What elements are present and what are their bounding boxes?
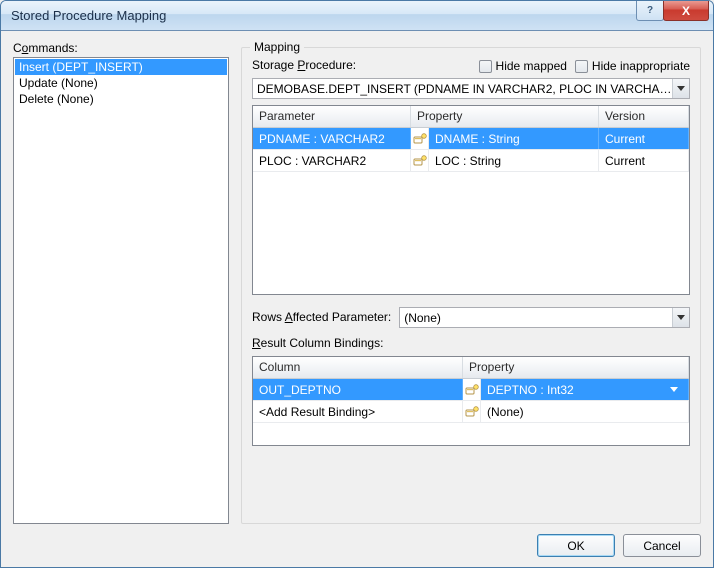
chevron-down-icon xyxy=(672,308,689,327)
close-icon: X xyxy=(682,4,690,18)
storage-proc-row: Storage Procedure: Hide mapped Hide inap… xyxy=(252,58,690,74)
client-area: Commands: Insert (DEPT_INSERT)Update (No… xyxy=(1,31,713,567)
property-icon xyxy=(411,150,429,171)
cell-property[interactable]: DNAME : String xyxy=(429,128,599,149)
result-grid-header: Column Property xyxy=(253,357,689,379)
cell-property[interactable]: DEPTNO : Int32 xyxy=(481,379,689,400)
commands-listbox[interactable]: Insert (DEPT_INSERT)Update (None)Delete … xyxy=(13,57,229,524)
dialog-window: Stored Procedure Mapping ? X Commands: I… xyxy=(0,0,714,568)
parameter-grid-body: PDNAME : VARCHAR2DNAME : StringCurrentPL… xyxy=(253,128,689,294)
help-icon: ? xyxy=(647,5,653,16)
mapping-group-title: Mapping xyxy=(250,40,304,54)
hide-inappropriate-checkbox[interactable]: Hide inappropriate xyxy=(575,59,690,73)
help-button[interactable]: ? xyxy=(636,1,664,21)
dialog-button-row: OK Cancel xyxy=(13,524,701,557)
close-button[interactable]: X xyxy=(663,1,709,21)
chevron-down-icon xyxy=(672,79,689,98)
chevron-down-icon[interactable] xyxy=(666,387,682,393)
result-bindings-label: Result Column Bindings: xyxy=(252,336,690,350)
commands-list-item[interactable]: Insert (DEPT_INSERT) xyxy=(15,59,227,75)
mapping-group: Mapping Storage Procedure: Hide mapped H… xyxy=(241,47,701,524)
hide-mapped-label: Hide mapped xyxy=(496,59,567,73)
parameter-grid-row[interactable]: PDNAME : VARCHAR2 DNAME : StringCurrent xyxy=(253,128,689,150)
col-header-property[interactable]: Property xyxy=(411,106,599,127)
result-grid[interactable]: Column Property OUT_DEPTNO DEPTNO : Int32… xyxy=(252,356,690,446)
property-icon xyxy=(463,401,481,422)
checkbox-box-icon xyxy=(575,60,588,73)
property-icon xyxy=(463,379,481,400)
main-columns: Commands: Insert (DEPT_INSERT)Update (No… xyxy=(13,41,701,524)
mapping-panel: Mapping Storage Procedure: Hide mapped H… xyxy=(241,41,701,524)
hide-inappropriate-label: Hide inappropriate xyxy=(592,59,690,73)
col-header-column[interactable]: Column xyxy=(253,357,463,378)
parameter-grid[interactable]: Parameter Property Version PDNAME : VARC… xyxy=(252,105,690,295)
cell-column[interactable]: <Add Result Binding> xyxy=(253,401,463,422)
result-grid-row[interactable]: <Add Result Binding> (None) xyxy=(253,401,689,423)
cell-property[interactable]: LOC : String xyxy=(429,150,599,171)
col-header-version[interactable]: Version xyxy=(599,106,689,127)
cell-column[interactable]: OUT_DEPTNO xyxy=(253,379,463,400)
storage-proc-combo[interactable]: DEMOBASE.DEPT_INSERT (PDNAME IN VARCHAR2… xyxy=(252,78,690,99)
storage-proc-value: DEMOBASE.DEPT_INSERT (PDNAME IN VARCHAR2… xyxy=(257,82,672,96)
cell-property-text: (None) xyxy=(487,405,682,419)
cell-property[interactable]: (None) xyxy=(481,401,689,422)
result-grid-body: OUT_DEPTNO DEPTNO : Int32 <Add Result Bind… xyxy=(253,379,689,445)
storage-proc-label: Storage Procedure: xyxy=(252,58,471,72)
col-header-parameter[interactable]: Parameter xyxy=(253,106,411,127)
hide-mapped-checkbox[interactable]: Hide mapped xyxy=(479,59,567,73)
cell-version[interactable]: Current xyxy=(599,128,689,149)
commands-label: Commands: xyxy=(13,41,229,55)
commands-panel: Commands: Insert (DEPT_INSERT)Update (No… xyxy=(13,41,229,524)
result-grid-row[interactable]: OUT_DEPTNO DEPTNO : Int32 xyxy=(253,379,689,401)
rows-affected-label: Rows Affected Parameter: xyxy=(252,310,391,324)
window-title: Stored Procedure Mapping xyxy=(11,8,166,23)
rows-affected-combo[interactable]: (None) xyxy=(399,307,690,328)
commands-list-item[interactable]: Delete (None) xyxy=(15,91,227,107)
checkbox-box-icon xyxy=(479,60,492,73)
ok-button[interactable]: OK xyxy=(537,534,615,557)
property-icon xyxy=(411,128,429,149)
cell-property-text: DEPTNO : Int32 xyxy=(487,383,666,397)
rows-affected-value: (None) xyxy=(404,311,672,325)
cell-version[interactable]: Current xyxy=(599,150,689,171)
parameter-grid-row[interactable]: PLOC : VARCHAR2 LOC : StringCurrent xyxy=(253,150,689,172)
rows-affected-row: Rows Affected Parameter: (None) xyxy=(252,307,690,328)
title-bar[interactable]: Stored Procedure Mapping ? X xyxy=(1,1,713,31)
cell-parameter: PLOC : VARCHAR2 xyxy=(253,150,411,171)
window-controls: ? X xyxy=(637,1,709,21)
col-header-property[interactable]: Property xyxy=(463,357,689,378)
commands-list-item[interactable]: Update (None) xyxy=(15,75,227,91)
cell-parameter: PDNAME : VARCHAR2 xyxy=(253,128,411,149)
cancel-button[interactable]: Cancel xyxy=(623,534,701,557)
parameter-grid-header: Parameter Property Version xyxy=(253,106,689,128)
